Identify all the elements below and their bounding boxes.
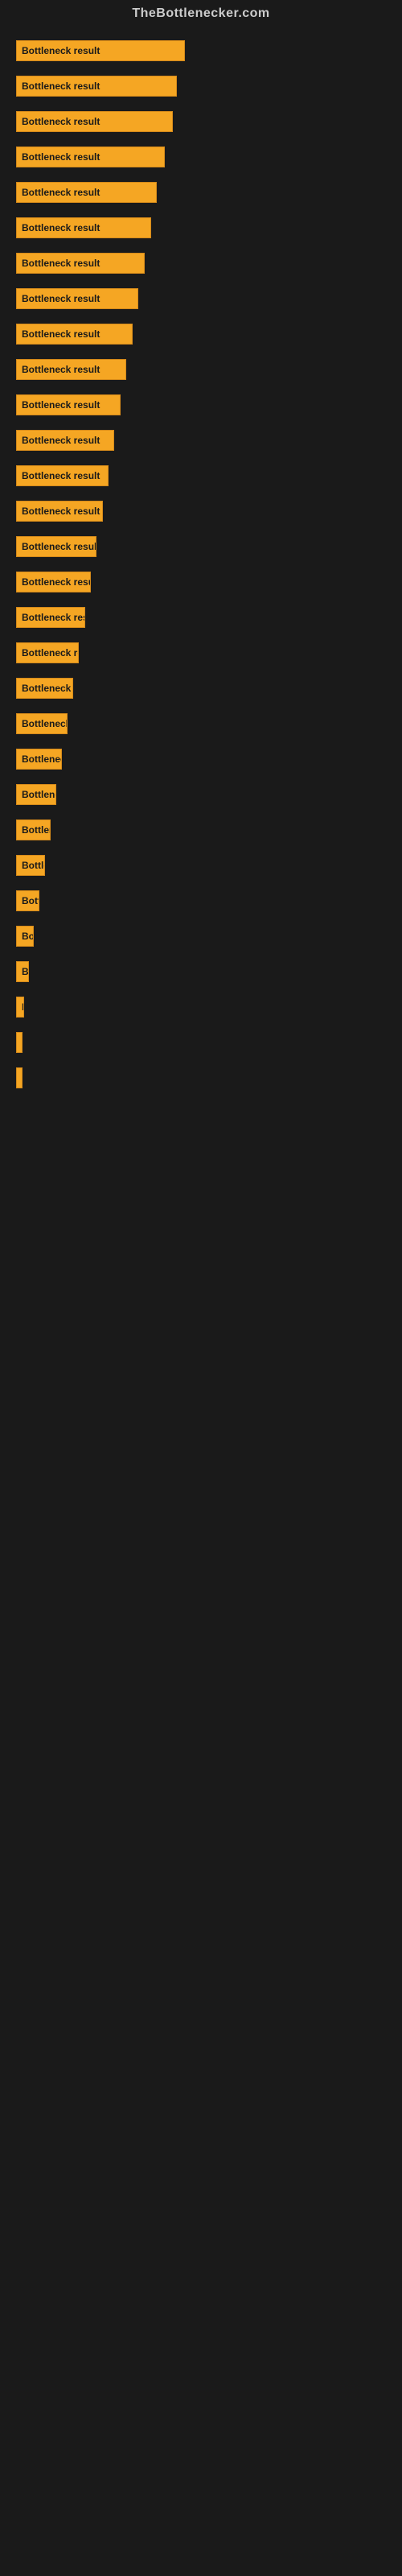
bar-row: Bottleneck result: [16, 425, 386, 456]
bottleneck-bar-25: Bottle: [16, 890, 39, 911]
bar-label: Bottleneck result: [22, 364, 100, 375]
bottleneck-bar-18: Bottleneck re: [16, 642, 79, 663]
bar-label: Bottleneck re: [22, 718, 68, 729]
bar-label: Bottleneck result: [22, 293, 100, 304]
bar-label: B: [22, 1072, 23, 1084]
bottleneck-bar-1: Bottleneck result: [16, 40, 185, 61]
bottleneck-bar-17: Bottleneck result: [16, 607, 85, 628]
bar-label: Bottleneck result: [22, 187, 100, 198]
bar-label: Bottleneck result: [22, 80, 100, 92]
bar-row: Bottleneck result: [16, 531, 386, 562]
bottleneck-bar-20: Bottleneck re: [16, 713, 68, 734]
bottleneck-bar-8: Bottleneck result: [16, 288, 138, 309]
bottleneck-bar-19: Bottleneck: [16, 678, 73, 699]
bar-label: Bottleneck r: [22, 753, 62, 765]
bar-row: Bot: [16, 992, 386, 1022]
bar-label: Bottleneck result: [22, 470, 100, 481]
bar-row: Bott: [16, 921, 386, 952]
bar-label: Bot: [22, 1001, 24, 1013]
bar-row: Bottleneck: [16, 673, 386, 704]
bottleneck-bar-22: Bottleneck resu: [16, 784, 56, 805]
bars-container: Bottleneck result Bottleneck result Bottle…: [0, 27, 402, 1106]
site-title: TheBottlenecker.com: [0, 0, 402, 27]
bar-label: Bottleneck result: [22, 612, 85, 623]
bar-label: Bottleneck re: [22, 647, 79, 658]
bar-label: Bottleneck result: [22, 116, 100, 127]
bottleneck-bar-6: Bottleneck result: [16, 217, 151, 238]
bottleneck-bar-15: Bottleneck result: [16, 536, 96, 557]
bar-row: Bottleneck re: [16, 638, 386, 668]
bar-label: Bottleneck result: [22, 506, 100, 517]
bottleneck-bar-28: Bot: [16, 997, 24, 1018]
bottleneck-bar-13: Bottleneck result: [16, 465, 109, 486]
bar-row: Bottleneck re: [16, 850, 386, 881]
bottleneck-bar-10: Bottleneck result: [16, 359, 126, 380]
bar-label: Bottlen: [22, 1037, 23, 1048]
bar-label: Bott: [22, 931, 34, 942]
bottleneck-bar-29: Bottlen: [16, 1032, 23, 1053]
bar-row: Bottleneck result: [16, 460, 386, 491]
bar-row: Bottleneck result: [16, 248, 386, 279]
bar-row: Bottleneck result: [16, 106, 386, 137]
bottleneck-bar-14: Bottleneck result: [16, 501, 103, 522]
bar-row: Bottleneck result: [16, 213, 386, 243]
bar-label: Bottleneck result: [22, 541, 96, 552]
bottleneck-bar-24: Bottleneck re: [16, 855, 45, 876]
bar-label: Bottleneck result: [22, 45, 100, 56]
bar-row: Bottleneck r: [16, 744, 386, 774]
bar-label: B: [22, 966, 29, 977]
bar-row: Bottleneck result: [16, 283, 386, 314]
bar-row: Bottleneck result: [16, 177, 386, 208]
bottleneck-bar-5: Bottleneck result: [16, 182, 157, 203]
bar-row: Bottleneck result: [16, 602, 386, 633]
bottleneck-bar-23: Bottleneck: [16, 819, 51, 840]
bar-label: Bottleneck result: [22, 399, 100, 411]
bar-label: Bottleneck result: [22, 222, 100, 233]
bottleneck-bar-30: B: [16, 1067, 23, 1088]
bar-row: Bottleneck result: [16, 496, 386, 526]
bar-label: Bottleneck result: [22, 258, 100, 269]
bar-label: Bottleneck: [22, 824, 51, 836]
bar-row: Bottleneck result: [16, 71, 386, 101]
bar-row: Bottleneck resu: [16, 779, 386, 810]
bar-row: B: [16, 956, 386, 987]
bottleneck-bar-7: Bottleneck result: [16, 253, 145, 274]
bar-row: Bottleneck result: [16, 35, 386, 66]
bar-row: Bottleneck resu: [16, 567, 386, 597]
bar-row: Bottle: [16, 886, 386, 916]
bar-row: Bottleneck result: [16, 319, 386, 349]
bar-row: Bottleneck result: [16, 390, 386, 420]
bar-label: Bottleneck resu: [22, 576, 91, 588]
bar-label: Bottleneck re: [22, 860, 45, 871]
bottleneck-bar-9: Bottleneck result: [16, 324, 133, 345]
bottleneck-bar-12: Bottleneck result: [16, 430, 114, 451]
bar-label: Bottleneck resu: [22, 789, 56, 800]
bottleneck-bar-4: Bottleneck result: [16, 147, 165, 167]
bar-label: Bottleneck: [22, 683, 71, 694]
bar-row: Bottlen: [16, 1027, 386, 1058]
bottleneck-bar-2: Bottleneck result: [16, 76, 177, 97]
bottleneck-bar-26: Bott: [16, 926, 34, 947]
bottleneck-bar-3: Bottleneck result: [16, 111, 173, 132]
bottleneck-bar-16: Bottleneck resu: [16, 572, 91, 592]
bottleneck-bar-27: B: [16, 961, 29, 982]
bar-row: Bottleneck result: [16, 354, 386, 385]
bar-label: Bottleneck result: [22, 328, 100, 340]
bar-row: Bottleneck result: [16, 142, 386, 172]
bar-label: Bottleneck result: [22, 435, 100, 446]
bar-row: Bottleneck: [16, 815, 386, 845]
bottleneck-bar-11: Bottleneck result: [16, 394, 121, 415]
bar-label: Bottleneck result: [22, 151, 100, 163]
bar-label: Bottle: [22, 895, 39, 906]
bar-row: Bottleneck re: [16, 708, 386, 739]
bottleneck-bar-21: Bottleneck r: [16, 749, 62, 770]
bar-row: B: [16, 1063, 386, 1093]
